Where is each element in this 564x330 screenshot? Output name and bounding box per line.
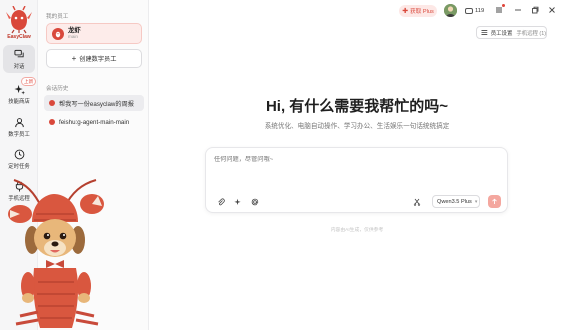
minimize-icon xyxy=(515,9,521,11)
get-plus-button[interactable]: ✚ 获取 Plus xyxy=(399,5,437,17)
model-select[interactable]: Qwen3.5 Plus ▾ xyxy=(432,195,480,208)
app-window: EasyClaw 对话 技能商店 上新 数字员工 定时任务 手机远程 我的员工 xyxy=(0,0,564,330)
employees-section-label: 我的员工 xyxy=(46,14,69,20)
nav-label-skill-store: 技能商店 xyxy=(8,98,30,105)
credits-display[interactable]: 119 xyxy=(465,5,484,17)
easyclaw-logo xyxy=(6,6,32,34)
mobile-remote-count: 手机远程 (1) xyxy=(516,30,546,37)
history-item[interactable]: 帮我写一份easyclaw的周报 xyxy=(44,95,144,111)
nav-item-chat[interactable]: 对话 xyxy=(3,45,35,73)
nav-item-scheduled-tasks[interactable]: 定时任务 xyxy=(3,145,35,173)
nav-item-digital-employee[interactable]: 数字员工 xyxy=(3,113,35,141)
chevron-down-icon: ▾ xyxy=(474,198,478,205)
employee-name: 龙虾 xyxy=(68,27,81,34)
paperclip-icon xyxy=(217,197,225,205)
employee-settings-label: 员工设置 xyxy=(490,30,513,37)
scissors-icon xyxy=(413,198,420,206)
clock-icon xyxy=(14,149,24,159)
lobster-puppy-mascot xyxy=(8,179,104,328)
create-employee-label: 创建数字员工 xyxy=(79,56,117,63)
employee-sub: main xyxy=(68,34,78,39)
minimize-button[interactable] xyxy=(512,4,524,16)
nav-label-digital-employee: 数字员工 xyxy=(8,131,30,138)
close-button[interactable] xyxy=(546,4,558,16)
coin-icon xyxy=(465,8,473,14)
message-input[interactable] xyxy=(214,156,494,163)
chat-icon xyxy=(13,49,24,57)
plus-icon: + xyxy=(71,53,77,63)
ai-disclaimer: 内容由AI生成，仅供参考 xyxy=(330,228,384,233)
avatar-image xyxy=(444,4,457,17)
session-icon xyxy=(49,119,55,125)
restore-icon xyxy=(532,6,539,14)
history-section-label: 会话历史 xyxy=(46,86,69,92)
sparkle-icon xyxy=(233,198,241,205)
notification-dot xyxy=(502,4,505,7)
page-subtitle: 系统优化、电脑自动操作、学习办公、生活娱乐一句话统统搞定 xyxy=(264,123,450,130)
session-icon xyxy=(49,100,55,106)
hamburger-icon xyxy=(496,7,502,13)
nav-label-scheduled-tasks: 定时任务 xyxy=(8,163,30,170)
person-icon xyxy=(14,117,24,127)
nav-label-chat: 对话 xyxy=(13,63,25,70)
history-item-title: 帮我写一份easyclaw的周报 xyxy=(59,100,134,108)
page-title: Hi, 有什么需要我帮忙的吗~ xyxy=(265,98,449,115)
employee-settings-button[interactable]: 员工设置 手机远程 (1) xyxy=(476,26,547,39)
employee-card[interactable]: 龙虾 main xyxy=(46,23,142,44)
logo-text: EasyClaw xyxy=(7,34,31,40)
user-avatar[interactable] xyxy=(444,4,457,17)
skills-button[interactable] xyxy=(231,195,244,208)
model-select-value: Qwen3.5 Plus xyxy=(437,198,472,205)
arrow-up-icon xyxy=(492,198,497,204)
get-plus-label: 获取 Plus xyxy=(410,9,434,15)
scissors-button[interactable] xyxy=(410,195,423,208)
at-sign-icon xyxy=(251,198,258,205)
send-button[interactable] xyxy=(488,195,501,208)
employee-avatar xyxy=(52,27,64,40)
attach-button[interactable] xyxy=(214,195,227,208)
history-item[interactable]: feishu:g-agent-main-main xyxy=(44,114,144,130)
credits-count: 119 xyxy=(475,8,485,14)
lobster-icon xyxy=(55,31,61,37)
create-employee-button[interactable]: + 创建数字员工 xyxy=(46,49,142,68)
close-icon xyxy=(549,7,555,13)
history-item-title: feishu:g-agent-main-main xyxy=(59,118,130,126)
new-badge: 上新 xyxy=(21,77,37,86)
side-panel: 我的员工 龙虾 main + 创建数字员工 会话历史 帮我写一份easyclaw… xyxy=(8,0,149,330)
maximize-button[interactable] xyxy=(529,4,541,16)
settings-list-icon xyxy=(481,30,488,35)
mention-button[interactable] xyxy=(248,195,261,208)
plus-badge-icon: ✚ xyxy=(402,7,409,15)
chat-composer: Qwen3.5 Plus ▾ xyxy=(205,147,508,213)
